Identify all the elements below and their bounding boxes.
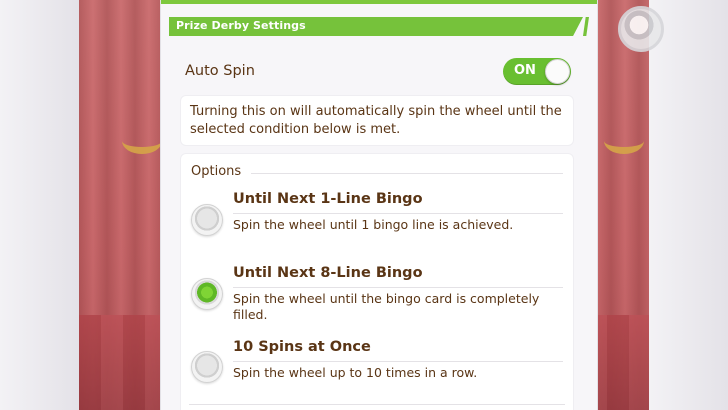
options-box: Options Until Next 1-Line Bingo Spin the… <box>181 154 573 410</box>
background-menu-icon <box>618 6 664 52</box>
settings-panel: Prize Derby Settings Auto Spin ON Turnin… <box>160 0 598 410</box>
radio-button[interactable] <box>191 204 223 236</box>
divider <box>233 213 563 214</box>
toggle-state-text: ON <box>514 63 536 78</box>
divider <box>233 361 563 362</box>
auto-spin-description: Turning this on will automatically spin … <box>190 104 562 137</box>
option-title: Until Next 1-Line Bingo <box>233 191 423 207</box>
curtain-tassel-right <box>604 128 644 154</box>
divider <box>233 287 563 288</box>
option-8-line-bingo[interactable]: Until Next 8-Line Bingo Spin the wheel u… <box>181 265 573 335</box>
option-title: 10 Spins at Once <box>233 339 371 355</box>
option-description: Spin the wheel until the bingo card is c… <box>233 291 540 322</box>
divider <box>251 173 563 174</box>
auto-spin-toggle[interactable]: ON <box>503 58 571 85</box>
divider <box>189 404 565 405</box>
toggle-knob[interactable] <box>545 59 570 84</box>
options-title: Options <box>191 164 242 179</box>
section-title: Prize Derby Settings <box>176 19 306 32</box>
section-header-tail <box>583 17 589 36</box>
radio-button-selected[interactable] <box>191 278 223 310</box>
panel-top-accent <box>161 0 597 4</box>
option-10-spins[interactable]: 10 Spins at Once Spin the wheel up to 10… <box>181 339 573 409</box>
auto-spin-label: Auto Spin <box>185 63 255 79</box>
background-right-wall <box>649 0 728 410</box>
background-left-wall <box>0 0 79 410</box>
auto-spin-description-box: Turning this on will automatically spin … <box>181 96 573 145</box>
option-1-line-bingo[interactable]: Until Next 1-Line Bingo Spin the wheel u… <box>181 191 573 261</box>
option-title: Until Next 8-Line Bingo <box>233 265 423 281</box>
option-description: Spin the wheel until 1 bingo line is ach… <box>233 217 514 232</box>
radio-button[interactable] <box>191 351 223 383</box>
option-description: Spin the wheel up to 10 times in a row. <box>233 365 478 380</box>
curtain-tassel-left <box>122 128 162 154</box>
section-header: Prize Derby Settings <box>169 17 583 36</box>
